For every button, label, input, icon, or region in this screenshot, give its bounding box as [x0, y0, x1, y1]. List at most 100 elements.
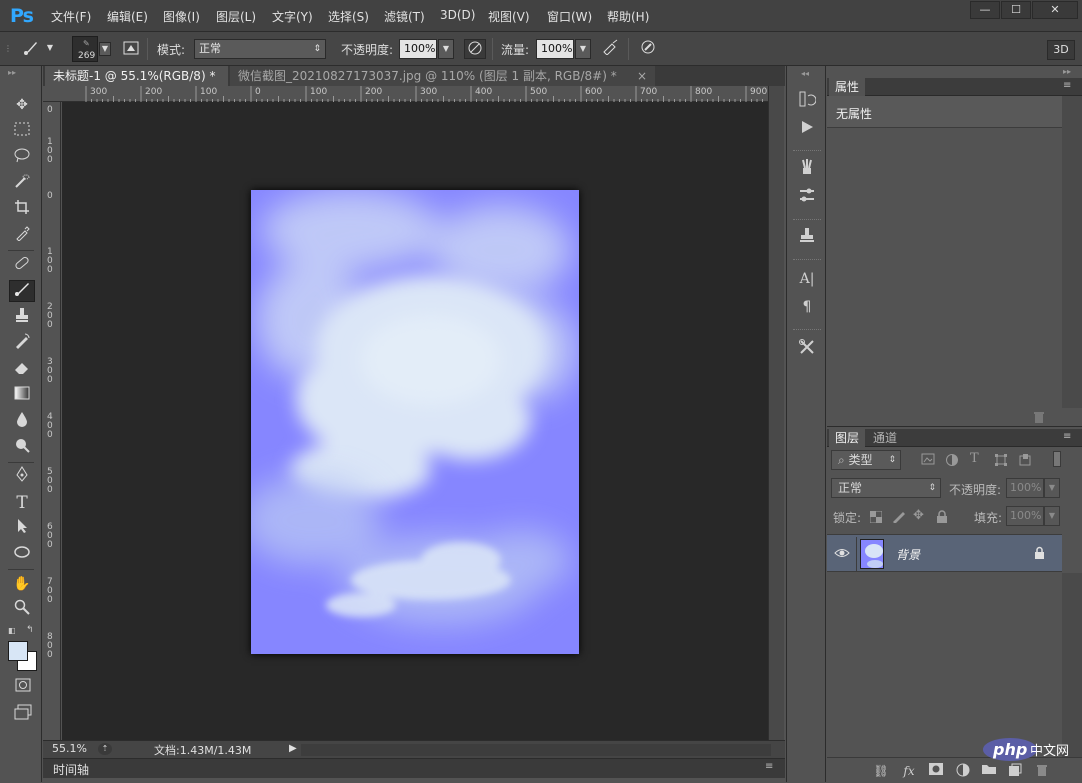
healing-brush-tool-icon[interactable] [9, 255, 35, 277]
layer-filter-kind-select[interactable]: ⌕ 类型 ⇕ [831, 450, 901, 470]
filter-pixel-layers-icon[interactable] [921, 453, 937, 467]
new-group-icon[interactable] [980, 763, 998, 779]
tab-close-icon[interactable]: × [637, 66, 647, 86]
gradient-tool-icon[interactable] [9, 385, 35, 407]
menu-edit[interactable]: 编辑(E) [107, 8, 148, 25]
lasso-tool-icon[interactable] [9, 147, 35, 169]
quick-selection-tool-icon[interactable] [9, 173, 35, 195]
marquee-tool-icon[interactable] [9, 121, 35, 143]
lock-all-icon[interactable] [936, 510, 950, 524]
ellipse-tool-icon[interactable] [9, 544, 35, 566]
brush-preset-dropdown-icon[interactable]: ▼ [44, 39, 56, 59]
layer-style-fx-icon[interactable]: fx [900, 763, 918, 779]
move-tool-icon[interactable]: ✥ [9, 94, 35, 116]
actions-panel-icon[interactable] [796, 118, 818, 140]
menu-layer[interactable]: 图层(L) [216, 8, 256, 25]
history-brush-tool-icon[interactable] [9, 333, 35, 355]
properties-scrollbar[interactable] [1062, 96, 1082, 408]
horizontal-scrollbar[interactable] [301, 744, 771, 756]
brush-size-picker[interactable]: 269 ✎ [72, 36, 98, 62]
tab-channels[interactable]: 通道 [867, 429, 903, 447]
delete-layer-icon[interactable] [1033, 763, 1051, 779]
type-tool-icon[interactable]: T [9, 492, 35, 514]
new-adjustment-layer-icon[interactable] [954, 763, 972, 779]
eraser-tool-icon[interactable] [9, 359, 35, 381]
flow-input[interactable]: 100% [536, 39, 574, 59]
mode-select[interactable]: 正常 ⇕ [194, 39, 326, 59]
maximize-button[interactable]: ☐ [1001, 1, 1031, 19]
default-colors-icon[interactable]: ◧ [8, 626, 16, 635]
menu-image[interactable]: 图像(I) [163, 8, 200, 25]
menu-view[interactable]: 视图(V) [488, 8, 530, 25]
menu-3d[interactable]: 3D(D) [440, 8, 475, 22]
minimize-button[interactable]: — [970, 1, 1000, 19]
tool-presets-panel-icon[interactable] [796, 338, 818, 360]
opacity-input[interactable]: 100% [399, 39, 437, 59]
lock-position-icon[interactable]: ✥ [913, 508, 924, 523]
panel-menu-icon[interactable]: ≡ [1063, 80, 1071, 91]
foreground-color-swatch[interactable] [8, 641, 28, 661]
blur-tool-icon[interactable] [9, 411, 35, 433]
zoom-level[interactable]: 55.1% [52, 742, 87, 755]
timeline-panel-bar[interactable]: 时间轴 ≡ [43, 758, 785, 778]
menu-help[interactable]: 帮助(H) [607, 8, 649, 25]
quick-mask-icon[interactable] [14, 677, 32, 693]
brush-size-dropdown-icon[interactable]: ▼ [99, 42, 111, 56]
new-layer-icon[interactable] [1006, 763, 1024, 779]
filter-type-layers-icon[interactable]: T [970, 451, 979, 466]
fill-input[interactable]: 100% [1006, 506, 1044, 526]
flow-dropdown-icon[interactable]: ▼ [575, 39, 591, 59]
brush-presets-panel-icon[interactable] [796, 158, 818, 180]
vertical-scrollbar[interactable] [768, 86, 784, 740]
swap-colors-icon[interactable]: ↰ [26, 625, 34, 635]
brush-tool-icon[interactable] [9, 280, 35, 302]
document-canvas[interactable] [251, 190, 579, 654]
workspace-3d-button[interactable]: 3D [1047, 40, 1075, 60]
tab-untitled-1[interactable]: 未标题-1 @ 55.1%(RGB/8) * [45, 66, 228, 86]
screen-mode-icon[interactable] [13, 703, 33, 721]
filter-toggle[interactable] [1053, 451, 1061, 467]
history-panel-icon[interactable] [796, 90, 818, 112]
panel-menu-icon[interactable]: ≡ [1063, 431, 1071, 442]
clone-source-panel-icon[interactable] [796, 226, 818, 248]
share-icon[interactable]: ⇡ [98, 743, 112, 755]
layer-opacity-dropdown-icon[interactable]: ▼ [1044, 478, 1060, 498]
dodge-tool-icon[interactable] [9, 437, 35, 459]
filter-adjustment-layers-icon[interactable] [945, 453, 961, 467]
menu-select[interactable]: 选择(S) [328, 8, 369, 25]
lock-image-pixels-icon[interactable] [891, 509, 907, 524]
layer-opacity-input[interactable]: 100% [1006, 478, 1044, 498]
panel-menu-icon[interactable]: ≡ [765, 761, 773, 772]
opacity-dropdown-icon[interactable]: ▼ [438, 39, 454, 59]
close-button[interactable]: ✕ [1032, 1, 1078, 19]
link-layers-icon[interactable]: ⛓ [872, 763, 890, 779]
menu-window[interactable]: 窗口(W) [547, 8, 592, 25]
collapse-toolbox-icon[interactable]: ▸▸ [8, 68, 16, 77]
airbrush-icon[interactable] [600, 39, 622, 59]
pen-tool-icon[interactable] [9, 466, 35, 488]
crop-tool-icon[interactable] [9, 199, 35, 221]
paragraph-panel-icon[interactable]: ¶ [796, 296, 818, 318]
menu-type[interactable]: 文字(Y) [272, 8, 313, 25]
fill-dropdown-icon[interactable]: ▼ [1044, 506, 1060, 526]
layer-name[interactable]: 背景 [896, 546, 920, 563]
add-mask-icon[interactable] [927, 763, 945, 779]
status-menu-arrow-icon[interactable]: ▶ [289, 743, 297, 754]
zoom-tool-icon[interactable] [9, 599, 35, 621]
path-selection-tool-icon[interactable] [9, 518, 35, 540]
blend-mode-select[interactable]: 正常 ⇕ [831, 478, 941, 498]
menu-filter[interactable]: 滤镜(T) [384, 8, 425, 25]
brush-preset-icon[interactable] [20, 39, 42, 59]
pressure-size-icon[interactable] [637, 39, 659, 59]
eyedropper-tool-icon[interactable] [9, 225, 35, 247]
hand-tool-icon[interactable]: ✋ [9, 573, 35, 595]
panel-collapse-icon[interactable]: ▸▸ [1063, 67, 1071, 76]
visibility-eye-icon[interactable] [834, 547, 850, 559]
menu-file[interactable]: 文件(F) [51, 8, 91, 25]
filter-shape-layers-icon[interactable] [994, 453, 1010, 467]
layer-row-background[interactable]: 背景 [827, 534, 1062, 572]
brush-panel-icon[interactable] [796, 186, 818, 208]
tab-properties[interactable]: 属性 [829, 78, 866, 96]
layers-scrollbar[interactable] [1062, 573, 1082, 757]
tab-wechat-screenshot[interactable]: 微信截图_20210827173037.jpg @ 110% (图层 1 副本,… [230, 66, 655, 86]
